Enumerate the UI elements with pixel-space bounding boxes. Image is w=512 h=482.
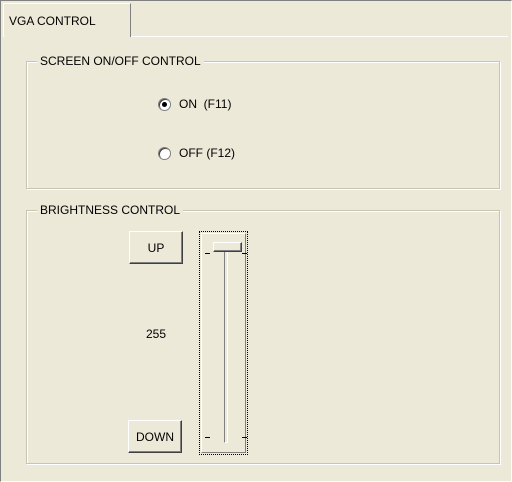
radio-on-button[interactable] [158, 97, 171, 111]
radio-off-row[interactable]: OFF (F12) [158, 146, 235, 160]
brightness-group: BRIGHTNESS CONTROL [26, 203, 500, 464]
brightness-group-title: BRIGHTNESS CONTROL [37, 203, 184, 217]
tab-label: VGA CONTROL [9, 14, 96, 28]
brightness-slider[interactable] [199, 231, 248, 455]
slider-frame [201, 233, 247, 453]
tab-vga-control[interactable]: VGA CONTROL [3, 3, 131, 37]
slider-tick-top-right [242, 253, 247, 254]
slider-channel [224, 247, 228, 443]
brightness-up-button[interactable]: UP [129, 231, 183, 264]
slider-tick-top-left [205, 253, 210, 254]
screen-onoff-group-title: SCREEN ON/OFF CONTROL [37, 54, 204, 68]
brightness-value: 255 [146, 327, 167, 341]
slider-tick-bottom-left [205, 437, 210, 438]
radio-on-row[interactable]: ON (F11) [158, 97, 231, 111]
slider-thumb[interactable] [213, 242, 242, 252]
brightness-down-button[interactable]: DOWN [128, 420, 182, 453]
radio-off-button[interactable] [158, 146, 171, 160]
radio-on-label[interactable]: ON (F11) [179, 97, 231, 111]
screen-onoff-group: SCREEN ON/OFF CONTROL [26, 54, 500, 189]
slider-tick-bottom-right [242, 437, 247, 438]
radio-off-label[interactable]: OFF (F12) [179, 146, 235, 160]
